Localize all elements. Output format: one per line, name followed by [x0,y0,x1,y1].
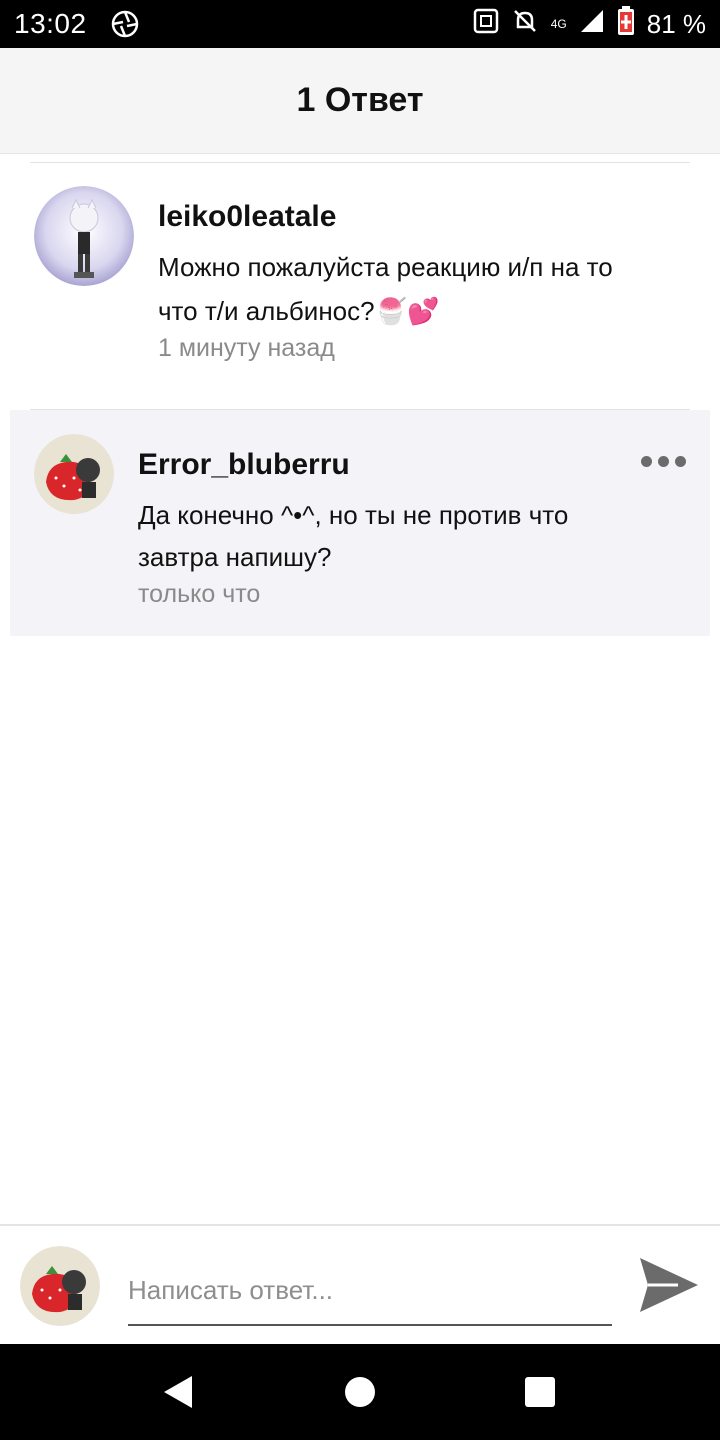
comment-timestamp: 1 минуту назад [158,334,335,362]
reply-username[interactable]: Error_bluberru [138,448,350,482]
send-icon [640,1258,698,1312]
reply-composer [0,1224,720,1344]
recents-button[interactable] [524,1376,556,1413]
more-dot [658,456,669,467]
back-icon [164,1376,192,1408]
send-button[interactable] [638,1256,700,1314]
comment-text-line2-text: что т/и альбинос? [158,296,375,326]
notifications-off-icon [511,7,539,42]
avatar[interactable] [34,186,134,286]
comment-emojis: 🍧💕 [374,296,440,326]
comment-text-line2: что т/и альбинос?🍧💕 [158,290,439,332]
more-options-button[interactable] [641,456,686,467]
comment-text-line1: Можно пожалуйста реакцию и/п на то [158,252,613,282]
reply-text-line2: завтра напишу? [138,542,332,572]
comment-username[interactable]: leiko0leatale [158,200,336,234]
status-bar: 13:02 4G 81 % [0,0,720,48]
reply-text-line1: Да конечно ^•^, но ты не против что [138,500,569,530]
home-icon [345,1377,375,1407]
nfc-icon [473,8,499,41]
header: 1 Ответ [0,48,720,154]
navigation-bar [0,1344,720,1440]
battery-icon [617,5,635,43]
page-title: 1 Ответ [296,81,424,119]
avatar[interactable] [20,1246,100,1326]
aperture-icon [111,10,139,38]
divider [30,162,690,163]
home-button[interactable] [344,1376,376,1413]
avatar[interactable] [34,434,114,514]
recents-icon [525,1377,555,1407]
more-dot [641,456,652,467]
reply-timestamp: только что [138,580,261,608]
status-time: 13:02 [14,8,87,39]
battery-percent: 81 % [646,8,706,39]
network-type: 4G [550,17,567,31]
back-button[interactable] [160,1374,196,1415]
reply-input[interactable] [128,1256,612,1326]
more-dot [675,456,686,467]
signal-icon [579,8,605,41]
